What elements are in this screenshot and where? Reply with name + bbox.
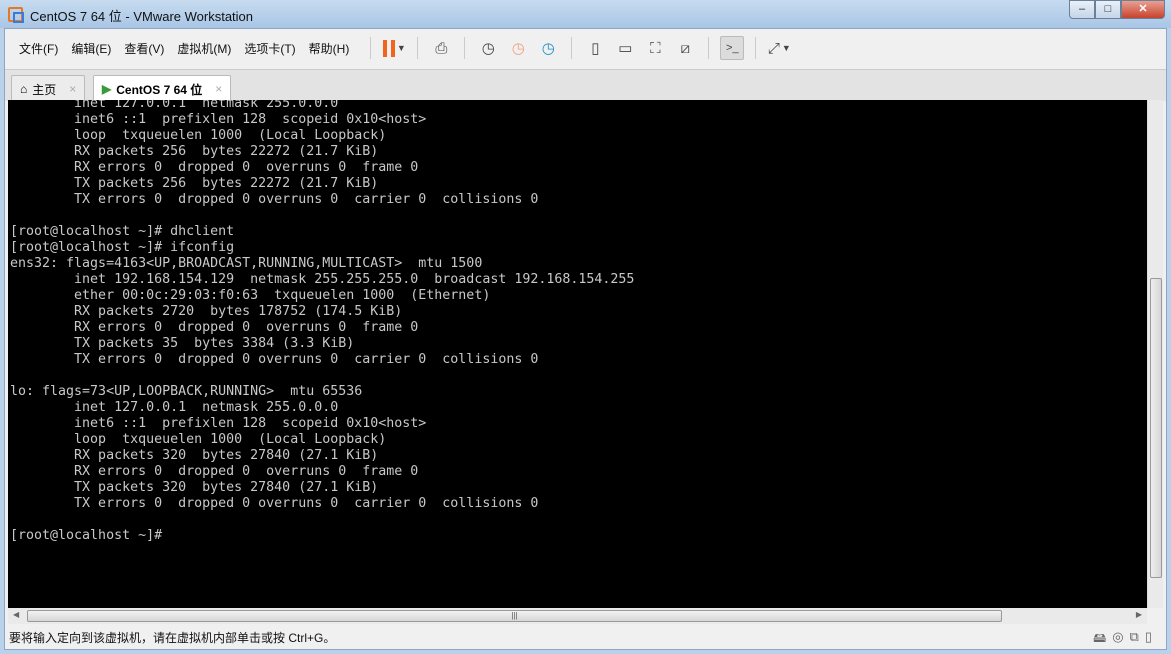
stretch-guest-icon[interactable]: ⤢ ▼: [767, 36, 791, 60]
cd-dvd-icon[interactable]: ◎: [1112, 629, 1123, 651]
window-title: CentOS 7 64 位 - VMware Workstation: [30, 9, 254, 24]
terminal-line: [root@localhost ~]# dhclient: [10, 224, 235, 239]
terminal-line: TX errors 0 dropped 0 overruns 0 carrier…: [10, 192, 539, 207]
library-view-icon[interactable]: ▯: [583, 36, 607, 60]
menu-view[interactable]: 查看(V): [124, 40, 164, 57]
divider: [370, 37, 372, 59]
menu-edit[interactable]: 编辑(E): [71, 40, 111, 57]
snapshot-revert-icon[interactable]: ◷: [506, 36, 530, 60]
network-adapter-icon[interactable]: ⧉: [1130, 629, 1139, 651]
terminal-line: TX packets 320 bytes 27840 (27.1 KiB): [10, 480, 379, 495]
divider: [755, 37, 757, 59]
terminal-line: inet6 ::1 prefixlen 128 scopeid 0x10<hos…: [10, 112, 427, 127]
tab-label: CentOS 7 64 位: [116, 82, 203, 97]
thumbnail-bar-icon[interactable]: ▭: [613, 36, 637, 60]
terminal-line: RX errors 0 dropped 0 overruns 0 frame 0: [10, 464, 419, 479]
snapshot-take-icon[interactable]: ◷: [476, 36, 500, 60]
main-window: 文件(F) 编辑(E) 查看(V) 虚拟机(M) 选项卡(T) 帮助(H) ▼ …: [4, 28, 1167, 650]
divider: [708, 37, 710, 59]
close-button[interactable]: ✕: [1121, 0, 1165, 19]
title-bar: CentOS 7 64 位 - VMware Workstation – □ ✕: [0, 0, 1171, 28]
divider: [464, 37, 466, 59]
terminal-line: RX packets 256 bytes 22272 (21.7 KiB): [10, 144, 379, 159]
terminal-line: RX errors 0 dropped 0 overruns 0 frame 0: [10, 320, 419, 335]
close-tab-icon[interactable]: ×: [69, 82, 76, 96]
terminal-line: RX packets 320 bytes 27840 (27.1 KiB): [10, 448, 379, 463]
terminal-line: lo: flags=73<UP,LOOPBACK,RUNNING> mtu 65…: [10, 384, 363, 399]
menu-help[interactable]: 帮助(H): [309, 40, 350, 57]
scroll-left-icon[interactable]: ◀: [13, 610, 19, 619]
scroll-thumb[interactable]: |||: [27, 610, 1002, 622]
scroll-right-icon[interactable]: ▶: [1136, 610, 1142, 619]
terminal-line: ether 00:0c:29:03:f0:63 txqueuelen 1000 …: [10, 288, 491, 303]
terminal-line: inet 127.0.0.1 netmask 255.0.0.0: [10, 400, 339, 415]
terminal-line: TX errors 0 dropped 0 overruns 0 carrier…: [10, 352, 539, 367]
vmware-logo-icon: [8, 7, 24, 23]
pause-icon: [382, 39, 395, 57]
terminal-output: inet 127.0.0.1 netmask 255.0.0.0 inet6 :…: [8, 100, 1147, 544]
unity-icon[interactable]: ⧄: [673, 36, 697, 60]
menu-file[interactable]: 文件(F): [19, 40, 58, 57]
divider: [571, 37, 573, 59]
chevron-down-icon[interactable]: ▼: [397, 43, 406, 53]
vm-running-icon: ▶: [102, 82, 112, 96]
terminal-line: TX packets 35 bytes 3384 (3.3 KiB): [10, 336, 355, 351]
minimize-button[interactable]: –: [1069, 0, 1095, 19]
home-icon: ⌂: [20, 82, 28, 96]
divider: [417, 37, 419, 59]
terminal-line: [root@localhost ~]# ifconfig: [10, 240, 235, 255]
terminal-line: inet6 ::1 prefixlen 128 scopeid 0x10<hos…: [10, 416, 427, 431]
status-bar: 要将输入定向到该虚拟机，请在虚拟机内部单击或按 Ctrl+G。: [5, 626, 1166, 648]
message-log-icon[interactable]: ▯: [1145, 629, 1152, 651]
terminal-line: RX packets 2720 bytes 178752 (174.5 KiB): [10, 304, 403, 319]
terminal-line: loop txqueuelen 1000 (Local Loopback): [10, 128, 387, 143]
console-view-icon[interactable]: >_: [720, 36, 745, 60]
tab-centos[interactable]: ▶ CentOS 7 64 位 ×: [93, 75, 232, 102]
tab-home[interactable]: ⌂ 主页 ×: [11, 75, 86, 102]
maximize-button[interactable]: □: [1095, 0, 1121, 19]
terminal-line: inet 192.168.154.129 netmask 255.255.255…: [10, 272, 635, 287]
snapshot-manager-icon[interactable]: ◷: [536, 36, 560, 60]
status-message: 要将输入定向到该虚拟机，请在虚拟机内部单击或按 Ctrl+G。: [9, 630, 336, 645]
terminal-line: loop txqueuelen 1000 (Local Loopback): [10, 432, 387, 447]
pause-button[interactable]: ▼: [382, 36, 406, 60]
menu-vm[interactable]: 虚拟机(M): [177, 40, 231, 57]
scroll-thumb[interactable]: [1150, 278, 1162, 578]
menu-toolbar: 文件(F) 编辑(E) 查看(V) 虚拟机(M) 选项卡(T) 帮助(H) ▼ …: [5, 29, 1166, 67]
vm-console[interactable]: inet 127.0.0.1 netmask 255.0.0.0 inet6 :…: [8, 100, 1147, 608]
close-tab-icon[interactable]: ×: [215, 82, 222, 96]
terminal-line: RX errors 0 dropped 0 overruns 0 frame 0: [10, 160, 419, 175]
terminal-line: TX packets 256 bytes 22272 (21.7 KiB): [10, 176, 379, 191]
terminal-line: ens32: flags=4163<UP,BROADCAST,RUNNING,M…: [10, 256, 483, 271]
tab-bar: ⌂ 主页 × ▶ CentOS 7 64 位 ×: [5, 69, 1166, 102]
send-ctrl-alt-del-icon[interactable]: ⎙: [429, 36, 453, 60]
tab-label: 主页: [32, 82, 57, 97]
vertical-scrollbar[interactable]: [1147, 100, 1163, 608]
menu-tabs[interactable]: 选项卡(T): [244, 40, 295, 57]
terminal-line: TX errors 0 dropped 0 overruns 0 carrier…: [10, 496, 539, 511]
hard-disk-icon[interactable]: 🖴: [1093, 629, 1106, 651]
horizontal-scrollbar[interactable]: ◀ ||| ▶: [8, 608, 1147, 624]
terminal-line: inet 127.0.0.1 netmask 255.0.0.0: [10, 100, 339, 111]
fullscreen-icon[interactable]: ⛶: [643, 36, 667, 60]
terminal-line: [root@localhost ~]#: [10, 528, 163, 543]
